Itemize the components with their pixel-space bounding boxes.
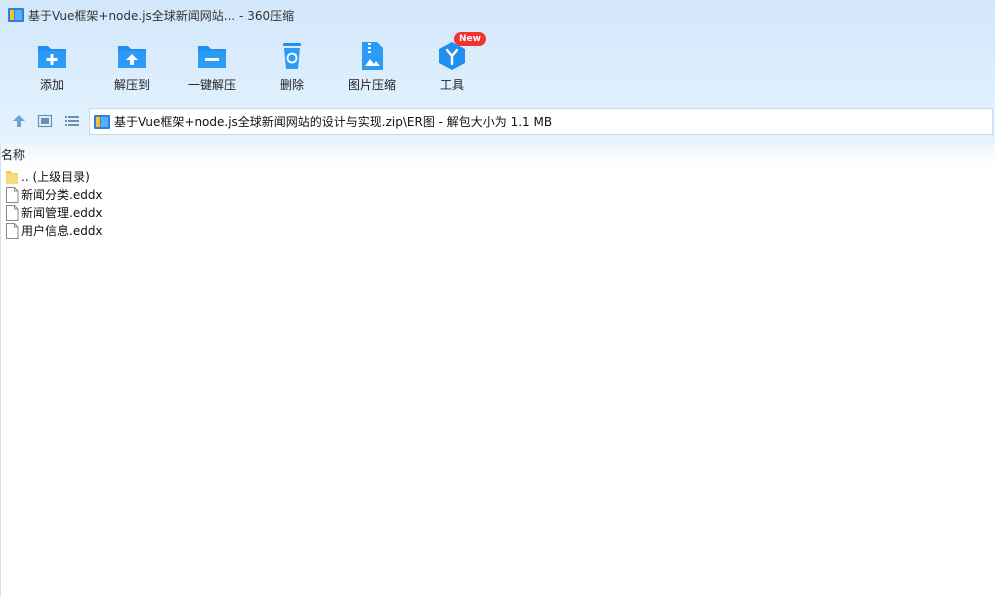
thumbnail-view-icon[interactable] — [37, 113, 53, 129]
extract-to-label: 解压到 — [113, 78, 150, 92]
title-bar: 基于Vue框架+node.js全球新闻网站... - 360压缩 — [0, 0, 995, 32]
file-name: 新闻管理.eddx — [21, 206, 103, 220]
list-item[interactable]: 新闻管理.eddx — [5, 204, 305, 222]
image-zip-icon — [362, 42, 383, 70]
folder-icon — [6, 171, 18, 184]
image-compress-button[interactable]: 图片压缩 — [332, 36, 412, 100]
toolbar: 添加 解压到 一键解压 删除 图片压缩 New 工具 — [0, 32, 995, 100]
navigation-bar: 基于Vue框架+node.js全球新闻网站的设计与实现.zip\ER图 - 解包… — [0, 106, 995, 136]
file-list-pane: 名称 .. (上级目录) 新闻分类.eddx 新闻管理.eddx 用户信息.ed… — [0, 144, 995, 597]
file-name: .. (上级目录) — [21, 170, 90, 184]
delete-button[interactable]: 删除 — [252, 36, 332, 100]
file-name: 用户信息.eddx — [21, 224, 103, 238]
archive-app-icon — [8, 8, 24, 22]
file-icon — [6, 223, 19, 239]
path-address-field[interactable]: 基于Vue框架+node.js全球新闻网站的设计与实现.zip\ER图 - 解包… — [89, 108, 993, 135]
list-view-icon[interactable] — [64, 113, 80, 129]
extract-to-button[interactable]: 解压到 — [92, 36, 172, 100]
add-folder-icon — [38, 46, 66, 68]
extract-folder-icon — [118, 46, 146, 68]
window-title: 基于Vue框架+node.js全球新闻网站... - 360压缩 — [28, 9, 295, 23]
list-item-parent-directory[interactable]: .. (上级目录) — [5, 168, 305, 186]
column-header-bar — [1, 144, 995, 166]
file-icon — [6, 205, 19, 221]
add-label: 添加 — [39, 78, 64, 92]
quick-extract-icon — [198, 46, 226, 68]
tools-label: 工具 — [439, 78, 464, 92]
add-button[interactable]: 添加 — [12, 36, 92, 100]
one-click-extract-label: 一键解压 — [187, 78, 236, 92]
file-icon — [6, 187, 19, 203]
recycle-bin-icon — [283, 43, 301, 69]
list-item[interactable]: 新闻分类.eddx — [5, 186, 305, 204]
image-compress-label: 图片压缩 — [347, 78, 396, 92]
path-text: 基于Vue框架+node.js全球新闻网站的设计与实现.zip\ER图 - 解包… — [114, 115, 553, 129]
new-badge: New — [454, 32, 486, 46]
archive-path-icon — [94, 115, 110, 129]
delete-label: 删除 — [279, 78, 304, 92]
one-click-extract-button[interactable]: 一键解压 — [172, 36, 252, 100]
tools-button[interactable]: New 工具 — [412, 32, 492, 100]
column-header-name[interactable]: 名称 — [1, 147, 25, 163]
up-arrow-icon[interactable] — [11, 113, 27, 129]
list-item[interactable]: 用户信息.eddx — [5, 222, 305, 240]
file-name: 新闻分类.eddx — [21, 188, 103, 202]
